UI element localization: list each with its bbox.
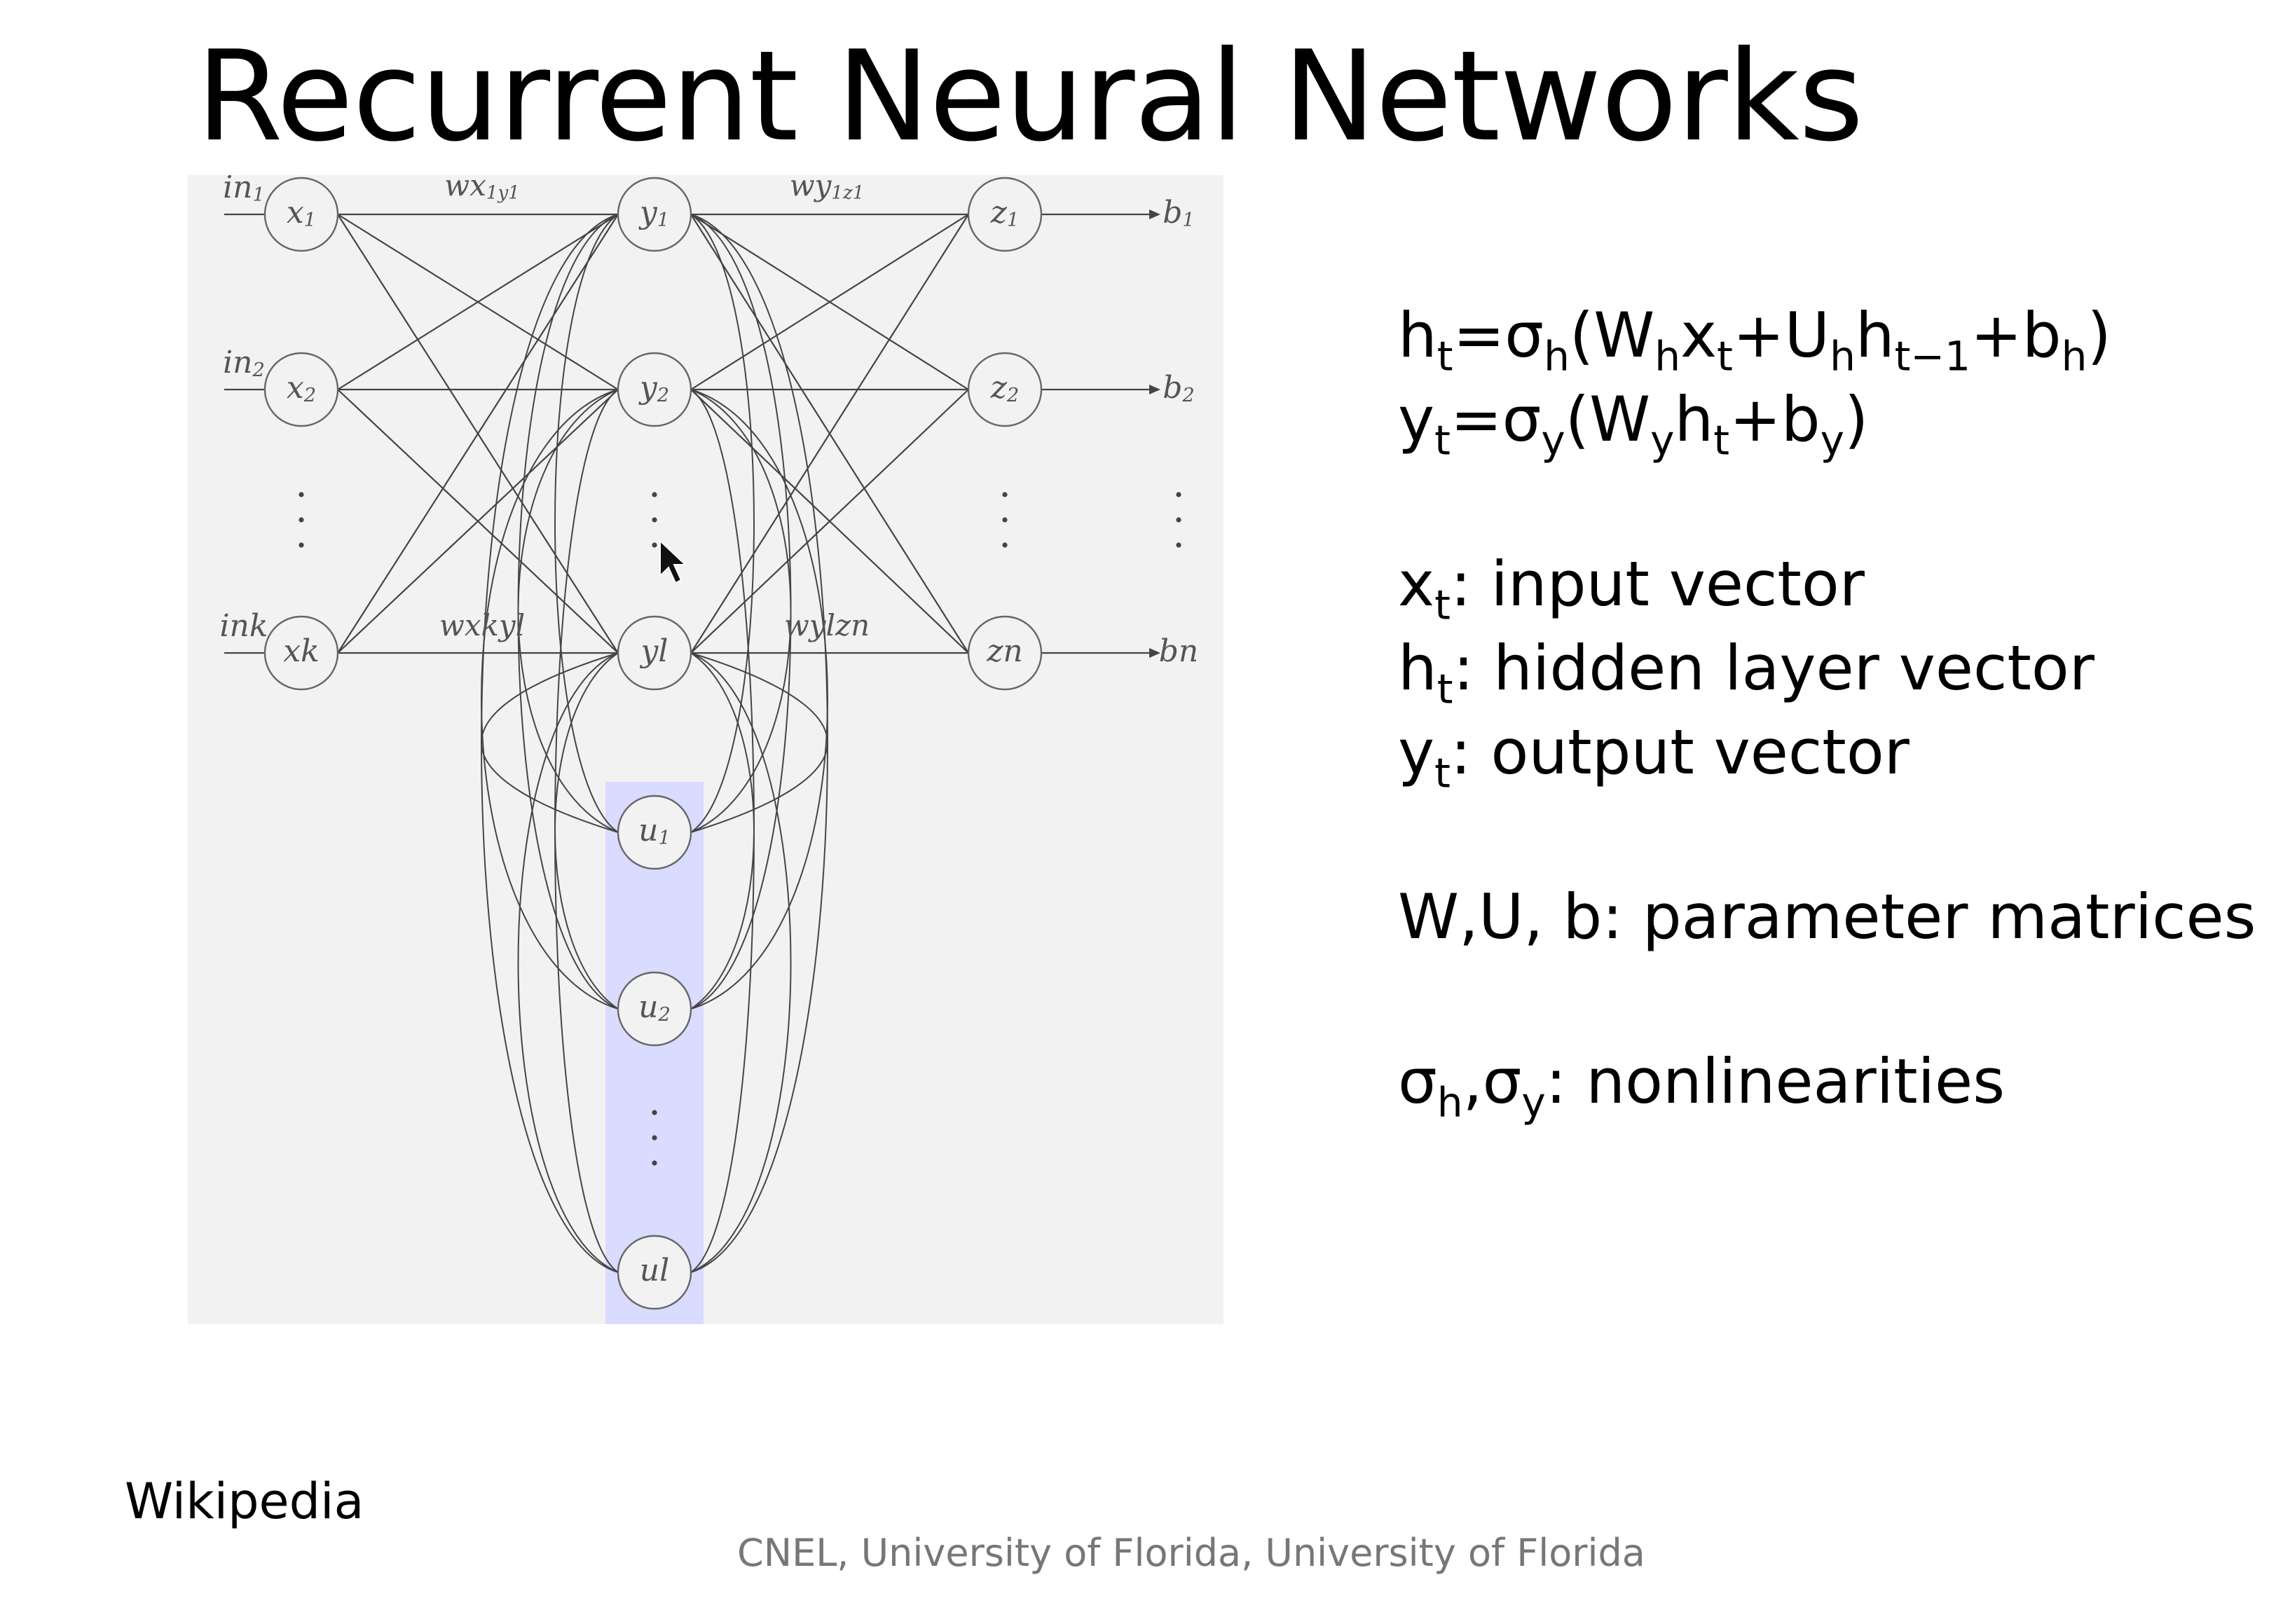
input-vector-definition: xt: input vector — [1398, 548, 1865, 629]
weight-label-3: wxkyl — [439, 608, 525, 642]
input-label-3: ink — [219, 608, 268, 644]
z-ellipsis-dot-1 — [1002, 492, 1008, 497]
slide-title: Recurrent Neural Networks — [196, 24, 1864, 169]
nonlinearity-definition: σh,σy: nonlinearities — [1398, 1045, 2006, 1127]
y-ellipsis-dot-2 — [652, 517, 657, 523]
hidden-vector-definition: ht: hidden layer vector — [1398, 632, 2095, 713]
output-equation: yt=σy(Wyht+by) — [1398, 383, 1869, 465]
b-ellipsis-dot-2 — [1176, 517, 1181, 523]
footer-text: CNEL, University of Florida, University … — [737, 1531, 1645, 1575]
output-label-3: bn — [1159, 633, 1199, 669]
x-ellipsis-dot-1 — [299, 492, 304, 497]
output-vector-definition: yt: output vector — [1398, 716, 1910, 797]
b-ellipsis-dot-1 — [1176, 492, 1181, 497]
hidden-state-equation: ht=σh(Whxt+Uhht−1+bh) — [1398, 299, 2111, 380]
parameter-definition: W,U, b: parameter matrices — [1398, 881, 2256, 953]
node-u3-label: ul — [640, 1253, 669, 1288]
x-ellipsis-dot-3 — [299, 542, 304, 548]
source-label: Wikipedia — [125, 1473, 364, 1530]
equations-panel: ht=σh(Whxt+Uhht−1+bh) yt=σy(Wyht+by) xt:… — [1398, 294, 2256, 1124]
u-ellipsis-dot-2 — [652, 1135, 657, 1141]
y-ellipsis-dot-3 — [652, 542, 657, 548]
x-ellipsis-dot-2 — [299, 517, 304, 523]
node-x3-label: xk — [283, 633, 319, 669]
rnn-diagram: in1 b1 in2 b2 ink bn x1 y1 z1 x2 y2 z2 xk yl zn u1 u2 ul w… — [188, 175, 1223, 1324]
u-ellipsis-dot-1 — [652, 1110, 657, 1115]
diagram-background — [188, 175, 1223, 1324]
node-y3-label: yl — [640, 633, 669, 669]
u-ellipsis-dot-3 — [652, 1160, 657, 1166]
b-ellipsis-dot-3 — [1176, 542, 1181, 548]
z-ellipsis-dot-2 — [1002, 517, 1008, 523]
weight-label-4: wylzn — [784, 608, 870, 642]
z-ellipsis-dot-3 — [1002, 542, 1008, 548]
y-ellipsis-dot-1 — [652, 492, 657, 497]
node-z3-label: zn — [986, 633, 1023, 669]
